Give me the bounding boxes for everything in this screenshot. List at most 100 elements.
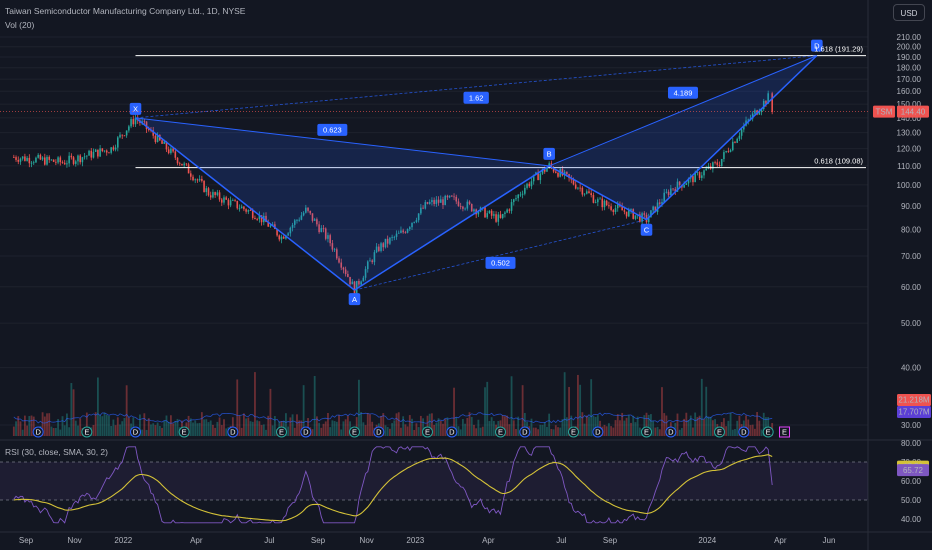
time-tick-label: Apr: [482, 536, 495, 545]
volume-bar: [196, 423, 199, 436]
chart-canvas[interactable]: 210.00200.00190.00180.00170.00160.00150.…: [0, 0, 932, 550]
price-candle: [249, 210, 252, 211]
symbol-tag: TSM: [876, 107, 893, 116]
volume-bar: [612, 427, 615, 436]
volume-bar: [105, 414, 108, 436]
price-candle: [692, 176, 694, 183]
volume-bar: [338, 415, 340, 436]
time-tick-label: Jul: [556, 536, 566, 545]
volume-bar: [481, 426, 484, 436]
price-candle: [594, 202, 597, 204]
price-candle: [247, 210, 250, 212]
volume-bar: [484, 387, 486, 436]
volume-bar: [46, 413, 48, 436]
volume-bar: [96, 377, 99, 436]
price-candle: [48, 156, 51, 160]
price-candle: [577, 187, 579, 189]
price-candle: [46, 156, 48, 165]
price-candle: [37, 154, 39, 158]
volume-tag-1: 21.218M: [898, 396, 929, 405]
price-candle: [176, 157, 179, 164]
volume-bar: [156, 422, 159, 436]
fib-level-label: 0.618 (109.08): [814, 157, 863, 166]
volume-bar: [470, 417, 473, 436]
event-badge-label: D: [133, 428, 139, 437]
price-candle: [86, 155, 88, 157]
price-candle: [17, 159, 20, 162]
price-candle: [167, 149, 170, 154]
volume-bar: [707, 416, 710, 436]
volume-bar: [583, 423, 586, 436]
price-candle: [524, 187, 526, 194]
volume-bar: [506, 415, 509, 436]
event-badge-label: D: [668, 428, 674, 437]
price-candle: [245, 209, 247, 212]
price-candle: [625, 211, 628, 217]
volume-bar: [72, 389, 75, 436]
price-candle: [723, 152, 725, 159]
volume-bar: [335, 421, 338, 436]
price-candle: [628, 210, 630, 217]
price-candle: [490, 210, 493, 216]
volume-bar: [79, 418, 82, 436]
volume-bar: [557, 427, 559, 436]
volume-bar: [705, 386, 708, 436]
ratio-bd: 4.189: [674, 88, 693, 97]
volume-bar: [167, 422, 170, 436]
price-tick-label: 90.00: [901, 202, 922, 211]
volume-bar: [630, 422, 632, 436]
time-tick-label: 2024: [698, 536, 716, 545]
price-candle: [555, 171, 557, 173]
price-candle: [94, 149, 97, 152]
volume-bar: [734, 429, 736, 436]
price-tick-label: 50.00: [901, 319, 922, 328]
volume-bar: [30, 415, 33, 436]
volume-bar: [614, 420, 617, 436]
volume-bar: [534, 427, 537, 436]
price-candle: [198, 178, 201, 181]
volume-bar: [223, 419, 225, 436]
price-candle: [81, 157, 84, 163]
volume-bar: [344, 419, 347, 436]
price-candle: [740, 129, 743, 136]
volume-bar: [125, 385, 128, 436]
volume-bar: [371, 421, 374, 436]
price-candle: [718, 164, 721, 167]
time-tick-label: Nov: [68, 536, 82, 545]
event-badge-label: D: [303, 428, 309, 437]
price-candle: [172, 148, 174, 152]
volume-bar: [242, 413, 245, 436]
price-candle: [55, 161, 57, 163]
event-badge-label: E: [717, 428, 722, 437]
price-candle: [13, 157, 15, 158]
price-candle: [26, 157, 28, 161]
price-candle: [125, 130, 128, 136]
volume-bar: [408, 415, 411, 436]
pattern-point-x: X: [133, 105, 138, 114]
price-candle: [254, 217, 256, 219]
volume-bar: [289, 417, 292, 436]
price-candle: [101, 148, 104, 152]
ratio-xd: 1.62: [469, 93, 484, 102]
price-candle: [623, 210, 626, 212]
price-candle: [68, 155, 70, 164]
price-candle: [35, 157, 37, 163]
volume-bar: [486, 381, 489, 436]
price-candle: [574, 184, 577, 189]
volume-bar: [152, 423, 155, 436]
price-candle: [21, 156, 24, 159]
volume-bar: [749, 425, 752, 436]
price-candle: [181, 163, 183, 166]
price-candle: [225, 197, 227, 200]
volume-bar: [94, 412, 97, 436]
rsi-tick-label: 80.00: [901, 439, 922, 448]
price-candle: [44, 157, 46, 165]
price-tick-label: 180.00: [897, 64, 922, 73]
price-candle: [592, 195, 595, 203]
price-candle: [280, 236, 283, 240]
price-candle: [178, 163, 181, 165]
time-tick-label: Nov: [360, 536, 374, 545]
price-candle: [117, 137, 119, 148]
price-candle: [103, 150, 106, 152]
time-tick-label: 2023: [406, 536, 424, 545]
